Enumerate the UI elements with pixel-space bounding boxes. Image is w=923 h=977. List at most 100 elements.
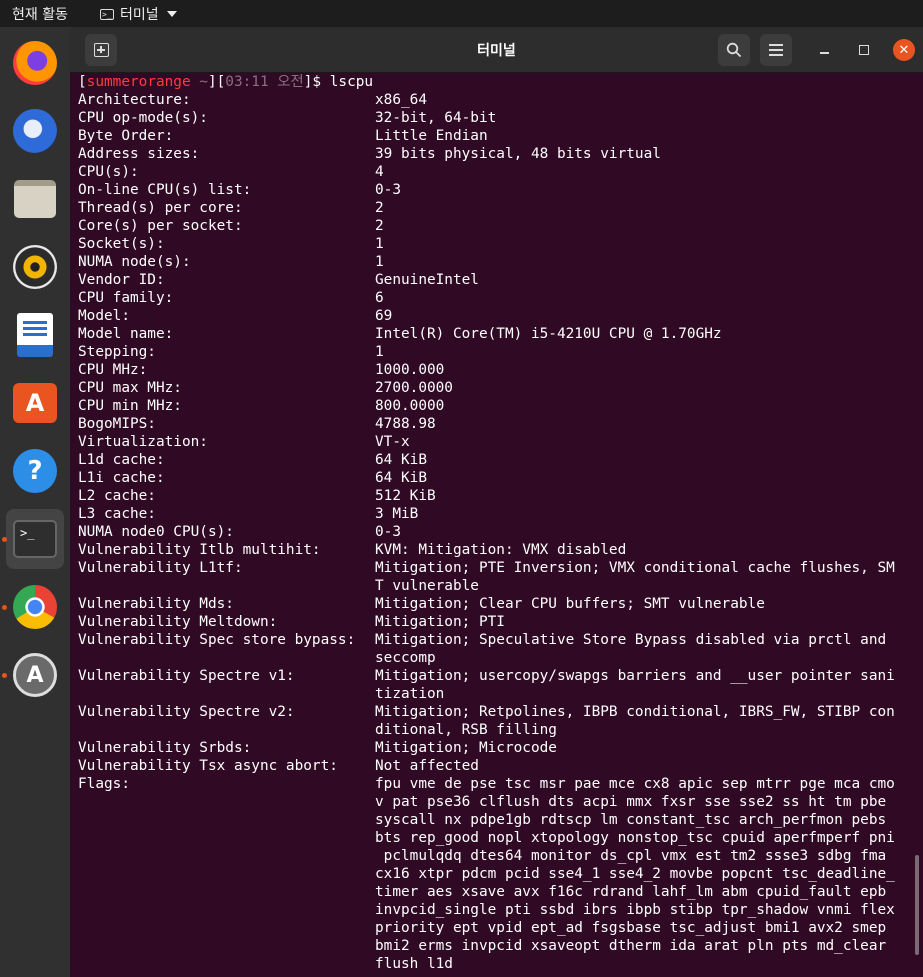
firefox-icon (13, 41, 57, 85)
output-line-continuation: bts rep_good nopl xtopology nonstop_tsc … (78, 829, 918, 847)
dock-thunderbird[interactable] (6, 101, 64, 161)
app-center-icon: A (13, 383, 57, 423)
output-line: Virtualization: VT-x (78, 433, 918, 451)
field-name (78, 865, 375, 883)
field-value: syscall nx pdpe1gb rdtscp lm constant_ts… (375, 812, 887, 828)
field-name: NUMA node0 CPU(s): (78, 524, 234, 540)
dock-software-updater[interactable]: A (2, 645, 64, 705)
field-name: Architecture: (78, 92, 191, 108)
field-name: Vulnerability Meltdown: (78, 614, 278, 630)
field-value: KVM: Mitigation: VMX disabled (375, 542, 627, 558)
field-value: cx16 xtpr pdcm pcid sse4_1 sse4_2 movbe … (375, 866, 895, 882)
activities-button[interactable]: 현재 활동 (12, 4, 68, 24)
chrome-icon (13, 585, 57, 629)
field-name (78, 721, 375, 739)
running-indicator (2, 537, 7, 542)
field-value: 2700.0000 (375, 380, 453, 396)
terminal-icon: >_ (13, 520, 57, 558)
field-name (78, 955, 375, 973)
field-name: Byte Order: (78, 128, 174, 144)
field-name: Vulnerability Spectre v1: (78, 668, 295, 684)
field-value: 0-3 (375, 182, 401, 198)
field-value: Little Endian (375, 128, 488, 144)
field-name: Flags: (78, 776, 130, 792)
top-bar: 현재 활동 >_ 터미널 (0, 0, 923, 27)
field-value: invpcid_single pti ssbd ibrs ibpb stibp … (375, 902, 895, 918)
dock-app-center[interactable]: A (6, 373, 64, 433)
dock-rhythmbox[interactable] (6, 237, 64, 297)
field-name: L3 cache: (78, 506, 156, 522)
field-name: Vulnerability Srbds: (78, 740, 252, 756)
output-line: Byte Order: Little Endian (78, 127, 918, 145)
output-line: L3 cache: 3 MiB (78, 505, 918, 523)
field-name (78, 685, 375, 703)
output-line: Vulnerability Tsx async abort: Not affect… (78, 757, 918, 775)
output-line: Vulnerability Srbds: Mitigation; Microcod… (78, 739, 918, 757)
output-line-continuation: tization (78, 685, 918, 703)
files-icon (14, 180, 56, 218)
output-line: NUMA node(s): 1 (78, 253, 918, 271)
field-value: flush l1d (375, 956, 453, 972)
prompt-path: ~ (190, 74, 208, 90)
close-button[interactable]: ✕ (893, 39, 915, 61)
output-line: Vulnerability Spec store bypass: Mitigati… (78, 631, 918, 649)
output-line: CPU(s): 4 (78, 163, 918, 181)
field-value: 1 (375, 344, 384, 360)
terminal-output[interactable]: [summerorange ~][03:11 오전]$ lscpu Archit… (78, 73, 918, 977)
dock-help[interactable]: ? (6, 441, 64, 501)
field-name: CPU(s): (78, 164, 139, 180)
field-value: 6 (375, 290, 384, 306)
output-line: L1i cache: 64 KiB (78, 469, 918, 487)
search-button[interactable] (718, 34, 750, 66)
field-value: 4 (375, 164, 384, 180)
dock-firefox[interactable] (6, 33, 64, 93)
libreoffice-writer-icon (17, 313, 53, 357)
field-name: Virtualization: (78, 434, 208, 450)
field-value: 1 (375, 236, 384, 252)
output-line-continuation: timer aes xsave avx f16c rdrand lahf_lm … (78, 883, 918, 901)
dock-chrome[interactable] (2, 577, 64, 637)
field-value: x86_64 (375, 92, 427, 108)
search-icon (726, 42, 742, 58)
field-name (78, 883, 375, 901)
field-name: L1i cache: (78, 470, 165, 486)
field-name: Address sizes: (78, 146, 200, 162)
maximize-button[interactable] (853, 39, 875, 61)
field-name (78, 577, 375, 595)
title-bar: 터미널 ✕ (70, 27, 923, 73)
scrollbar[interactable] (915, 855, 919, 955)
minimize-icon (819, 52, 829, 54)
output-line-continuation: seccomp (78, 649, 918, 667)
output-line: Model name: Intel(R) Core(TM) i5-4210U CP… (78, 325, 918, 343)
app-menu[interactable]: >_ 터미널 (100, 4, 177, 24)
output-line-continuation: cx16 xtpr pdcm pcid sse4_1 sse4_2 movbe … (78, 865, 918, 883)
dock-writer[interactable] (6, 305, 64, 365)
field-value: 512 KiB (375, 488, 436, 504)
field-name: CPU MHz: (78, 362, 148, 378)
software-updater-icon: A (13, 653, 57, 697)
field-name: Model: (78, 308, 130, 324)
field-value: 4788.98 (375, 416, 436, 432)
output-line: Core(s) per socket: 2 (78, 217, 918, 235)
field-value: Mitigation; PTE Inversion; VMX condition… (375, 560, 895, 576)
field-value: 64 KiB (375, 452, 427, 468)
field-value: timer aes xsave avx f16c rdrand lahf_lm … (375, 884, 887, 900)
dock-terminal[interactable]: >_ (2, 509, 64, 569)
output-line: Architecture: x86_64 (78, 91, 918, 109)
output-line: Model: 69 (78, 307, 918, 325)
output-line-continuation: bmi2 erms invpcid xsaveopt dtherm ida ar… (78, 937, 918, 955)
terminal-icon: >_ (100, 8, 114, 20)
dock-files[interactable] (6, 169, 64, 229)
field-name: Thread(s) per core: (78, 200, 243, 216)
field-name: CPU family: (78, 290, 174, 306)
terminal-window: 터미널 ✕ [summerorange ~][03:11 오전]$ lscpu … (70, 27, 923, 977)
output-line: Vulnerability Spectre v1: Mitigation; use… (78, 667, 918, 685)
minimize-button[interactable] (813, 39, 835, 61)
output-line: CPU min MHz: 800.0000 (78, 397, 918, 415)
field-value: 69 (375, 308, 393, 324)
field-name (78, 829, 375, 847)
field-value: 2 (375, 200, 384, 216)
field-name: Vulnerability L1tf: (78, 560, 243, 576)
running-indicator (2, 605, 7, 610)
menu-button[interactable] (760, 34, 792, 66)
